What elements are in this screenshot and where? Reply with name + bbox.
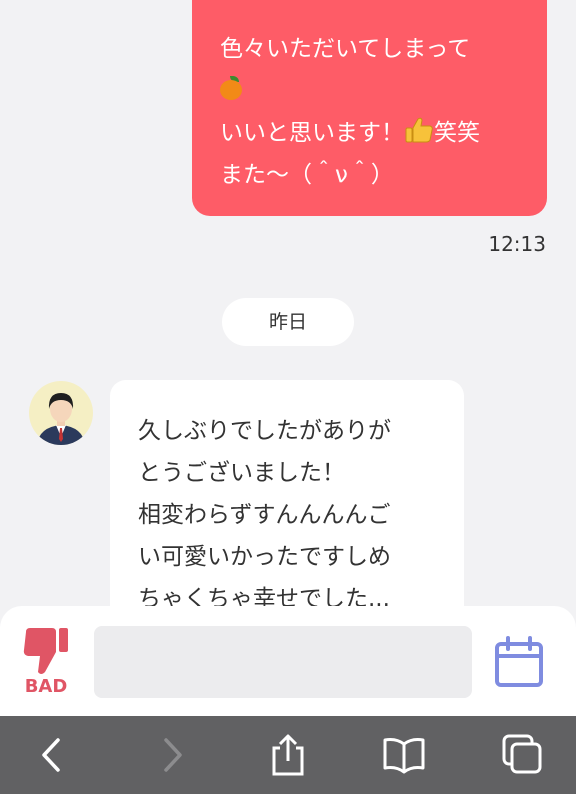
message-line: いいと思います！ <box>220 120 404 146</box>
orange-icon <box>220 76 242 100</box>
thumbs-down-icon <box>23 628 68 674</box>
calendar-button[interactable] <box>494 636 544 688</box>
share-icon[interactable] <box>266 734 310 776</box>
back-icon[interactable] <box>30 734 74 776</box>
bad-button[interactable]: BAD <box>18 624 74 700</box>
message-line: 色々いただいてしまって <box>220 36 471 62</box>
message-line: とうございました！ <box>138 460 345 486</box>
forward-icon[interactable] <box>150 734 194 776</box>
message-input-bar: BAD <box>0 606 576 718</box>
tabs-icon[interactable] <box>500 734 544 776</box>
calendar-icon <box>495 636 543 687</box>
bookmarks-icon[interactable] <box>382 734 426 776</box>
message-timestamp: 12:13 <box>488 232 546 256</box>
chat-area[interactable]: 色々いただいてしまって いいと思います！ 笑笑 また〜（＾ν＾） 12:13 昨日… <box>0 0 576 620</box>
message-line: 相変わらずすんんんんご <box>138 502 391 528</box>
message-line-wrap: いいと思います！ 笑笑 <box>220 112 527 154</box>
message-line: また〜（＾ν＾） <box>220 162 394 188</box>
message-line: 笑笑 <box>434 120 480 146</box>
person-icon <box>37 393 85 445</box>
message-input[interactable] <box>94 626 472 698</box>
message-line-emoji <box>220 70 527 112</box>
message-line: い可愛いかったですしめ <box>138 544 391 570</box>
thumbs-up-icon <box>405 117 433 143</box>
bad-label: BAD <box>24 676 68 697</box>
browser-toolbar <box>0 716 576 794</box>
outgoing-message-bubble: 色々いただいてしまって いいと思います！ 笑笑 また〜（＾ν＾） <box>192 0 547 216</box>
avatar[interactable] <box>29 381 93 445</box>
message-line: 久しぶりでしたがありが <box>138 418 391 444</box>
date-separator: 昨日 <box>222 298 354 346</box>
incoming-message-bubble: 久しぶりでしたがありが とうございました！ 相変わらずすんんんんご い可愛いかっ… <box>110 380 464 620</box>
